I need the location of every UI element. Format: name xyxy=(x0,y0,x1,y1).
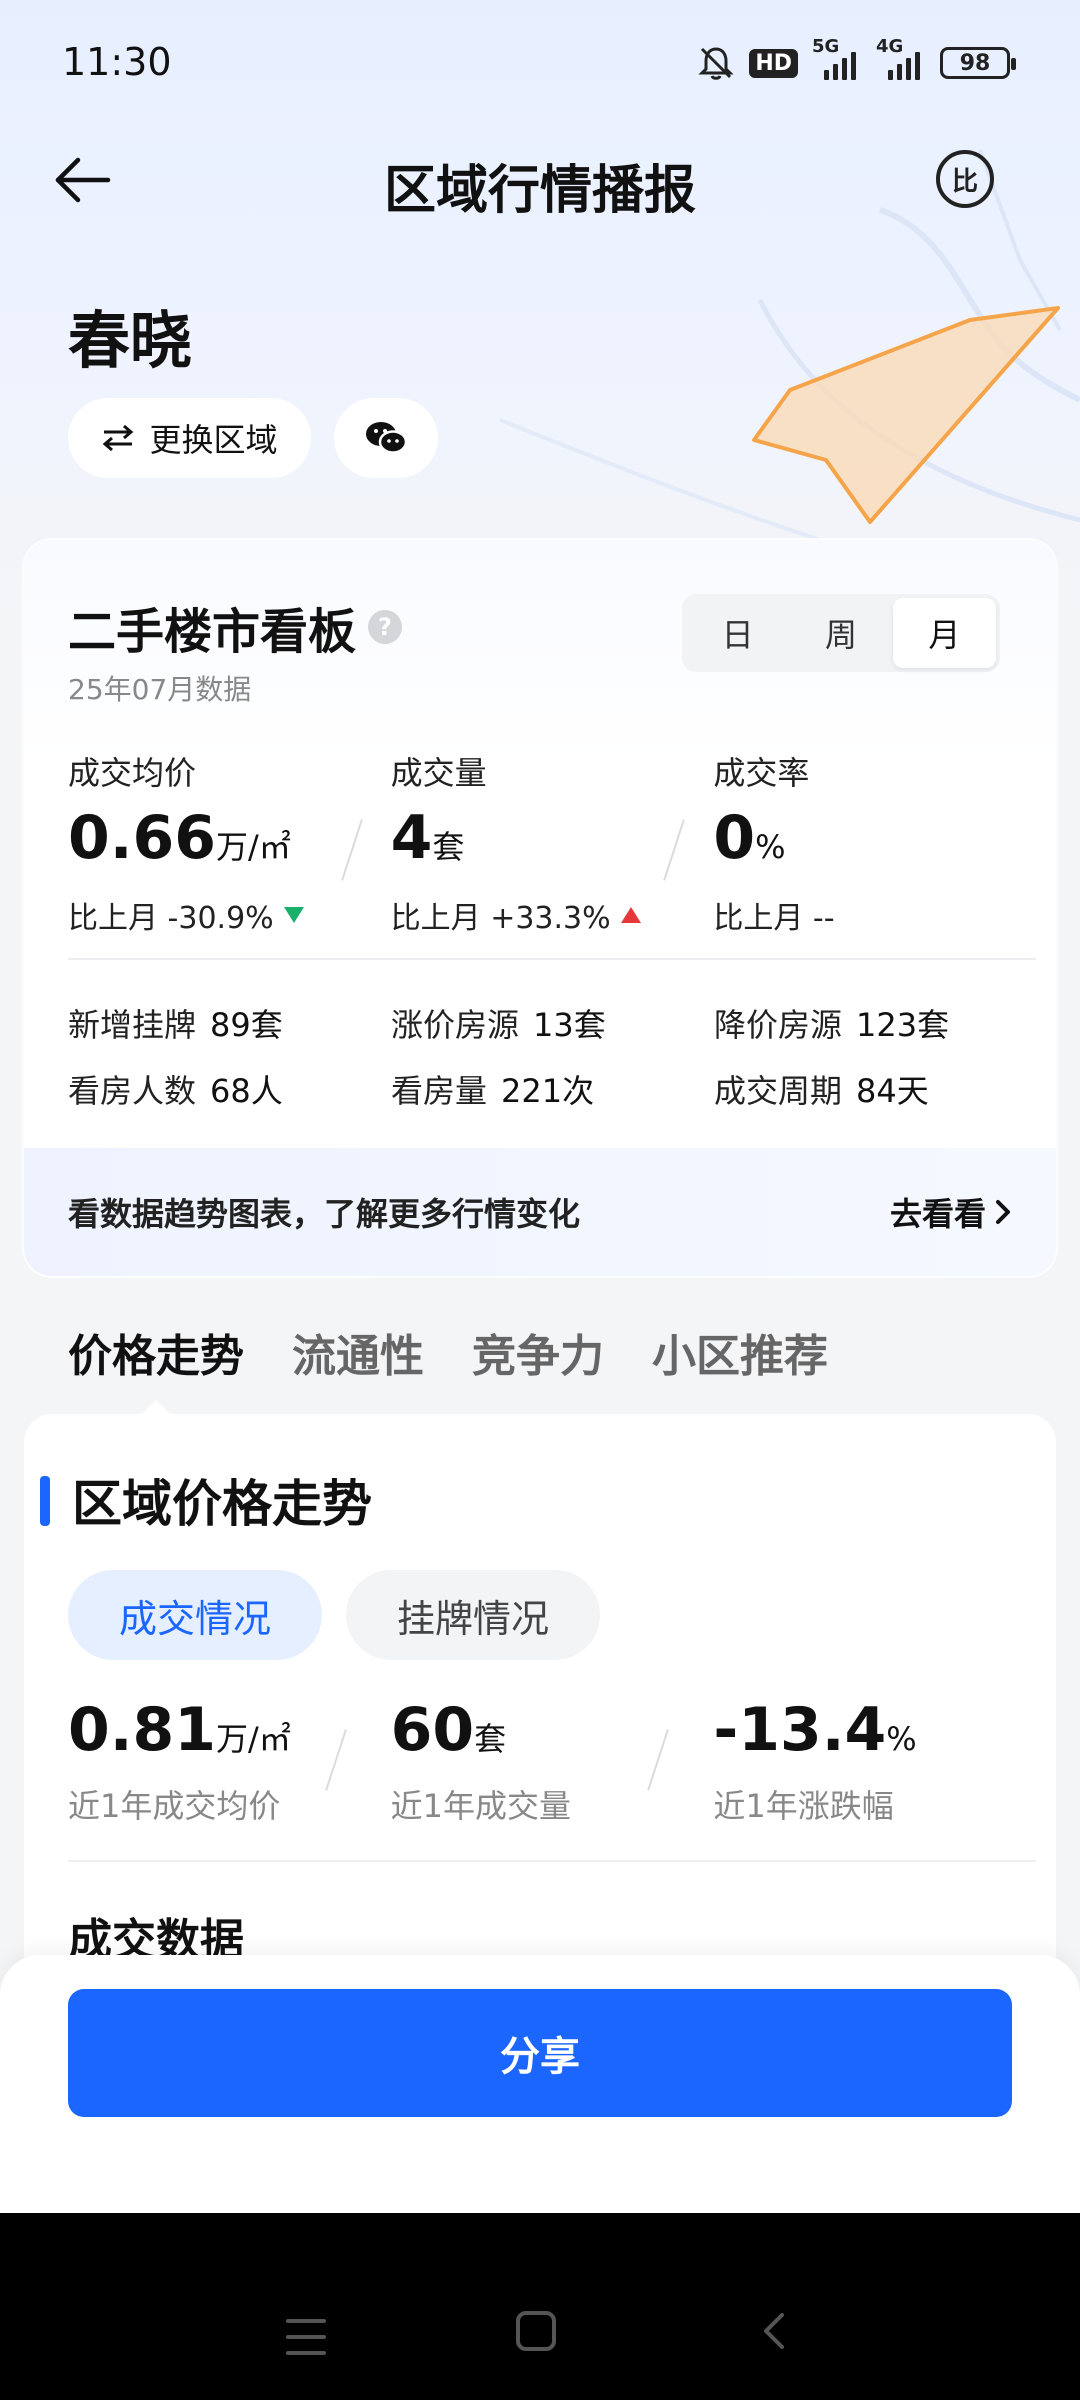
status-time: 11:30 xyxy=(62,40,172,84)
metric-value: 0% xyxy=(713,803,786,873)
metric-label: 成交均价 xyxy=(68,754,197,792)
area-name: 春晓 xyxy=(68,304,193,377)
metric-change: 比上月 -30.9% xyxy=(68,893,391,937)
compare-label: 比 xyxy=(951,166,978,197)
up-triangle-icon xyxy=(620,907,641,923)
metric-value: 4套 xyxy=(390,803,465,873)
metric-volume: 成交量 4套 比上月 +33.3% xyxy=(340,748,714,936)
tab-community-recommend[interactable]: 小区推荐 xyxy=(652,1320,828,1384)
status-bar: 11:30 HD 5G 4G 98 xyxy=(0,0,1080,130)
ym-value: -13.4% xyxy=(713,1695,917,1765)
signal-4g-icon: 4G xyxy=(876,36,926,80)
goto-link[interactable]: 去看看 xyxy=(890,1189,1012,1235)
stat-viewers: 看房人数 68人 xyxy=(68,1072,283,1110)
change-area-label: 更换区域 xyxy=(149,421,278,459)
region-map-shape xyxy=(752,306,1060,524)
battery-level: 98 xyxy=(959,50,991,76)
year-metrics: 0.81万/㎡ 近1年成交均价 60套 近1年成交量 -13.4% 近1年涨跌幅 xyxy=(68,1698,1036,1827)
nav-back-icon[interactable] xyxy=(754,2309,798,2353)
board-divider xyxy=(68,958,1036,960)
metric-deal-rate: 成交率 0% 比上月 -- xyxy=(663,748,1036,936)
app-header: 区域行情播报 比 xyxy=(0,130,1080,230)
ym-volume: 60套 近1年成交量 xyxy=(324,1698,714,1827)
stat-deal-cycle: 成交周期 84天 xyxy=(714,1072,929,1110)
status-icons: HD 5G 4G 98 xyxy=(697,36,1016,82)
market-board-card: 二手楼市看板 ? 25年07月数据 日 周 月 成交均价 0.66万/㎡ 比上月… xyxy=(24,540,1056,1276)
metric-label: 成交量 xyxy=(390,754,487,792)
trend-banner[interactable]: 看数据趋势图表，了解更多行情变化 去看看 xyxy=(24,1148,1056,1276)
ym-change: -13.4% 近1年涨跌幅 xyxy=(647,1695,1036,1827)
metric-avg-price: 成交均价 0.66万/㎡ 比上月 -30.9% xyxy=(68,748,391,936)
bottom-action-panel: 分享 xyxy=(0,1955,1080,2213)
chevron-right-icon xyxy=(996,1200,1010,1224)
tab-price-trend[interactable]: 价格走势 xyxy=(68,1320,244,1420)
section-title: 区域价格走势 xyxy=(72,1475,372,1533)
board-metrics: 成交均价 0.66万/㎡ 比上月 -30.9% 成交量 4套 比上月 +33.3… xyxy=(68,748,1036,936)
tab-liquidity[interactable]: 流通性 xyxy=(292,1320,424,1384)
ym-label: 近1年成交均价 xyxy=(68,1787,281,1825)
recents-menu-icon[interactable] xyxy=(286,2319,326,2355)
period-selector: 日 周 月 xyxy=(682,594,1000,672)
signal-5g-icon: 5G xyxy=(812,36,862,80)
period-day[interactable]: 日 xyxy=(686,598,789,668)
down-triangle-icon xyxy=(283,907,304,923)
change-area-button[interactable]: 更换区域 xyxy=(68,398,311,478)
ym-label: 近1年涨跌幅 xyxy=(713,1787,894,1825)
stat-price-up: 涨价房源 13套 xyxy=(391,1006,606,1044)
section-accent-bar xyxy=(40,1476,50,1526)
period-week[interactable]: 周 xyxy=(789,598,892,668)
wechat-icon xyxy=(366,422,408,454)
price-trend-card: 区域价格走势 成交情况 挂牌情况 0.81万/㎡ 近1年成交均价 60套 近1年… xyxy=(24,1414,1056,2014)
trend-text: 看数据趋势图表，了解更多行情变化 xyxy=(68,1195,581,1233)
metric-value: 0.66万/㎡ xyxy=(68,803,291,873)
system-nav-bar xyxy=(0,2213,1080,2400)
board-title-text: 二手楼市看板 xyxy=(68,604,357,660)
hd-badge: HD xyxy=(749,48,798,78)
ym-avg-price: 0.81万/㎡ 近1年成交均价 xyxy=(68,1698,391,1827)
help-icon[interactable]: ? xyxy=(368,610,403,644)
page-title: 区域行情播报 xyxy=(383,161,696,221)
section-divider xyxy=(68,1860,1036,1862)
stat-price-down: 降价房源 123套 xyxy=(714,1006,950,1044)
tab-competitiveness[interactable]: 竞争力 xyxy=(472,1320,604,1384)
wechat-share-button[interactable] xyxy=(334,398,438,478)
metric-change: 比上月 +33.3% xyxy=(391,893,714,937)
section-tabs: 价格走势 流通性 竞争力 小区推荐 xyxy=(68,1320,828,1420)
stat-viewings: 看房量 221次 xyxy=(391,1072,595,1110)
battery-icon: 98 xyxy=(940,47,1016,79)
metric-label: 成交率 xyxy=(713,754,810,792)
swap-arrows-icon xyxy=(103,424,134,452)
period-month[interactable]: 月 xyxy=(892,598,996,668)
share-button[interactable]: 分享 xyxy=(68,1989,1012,2117)
board-subtitle: 25年07月数据 xyxy=(68,673,252,706)
home-square-icon[interactable] xyxy=(516,2311,556,2351)
ym-label: 近1年成交量 xyxy=(390,1787,572,1825)
pill-deals[interactable]: 成交情况 xyxy=(68,1570,322,1660)
metric-change: 比上月 -- xyxy=(713,901,835,936)
stat-new-listings: 新增挂牌 89套 xyxy=(68,1006,283,1044)
board-stats: 新增挂牌 89套 涨价房源 13套 降价房源 123套 看房人数 68人 看房量 221次… xyxy=(68,1000,1036,1112)
mute-bell-icon xyxy=(698,47,734,80)
board-title: 二手楼市看板 ? xyxy=(68,592,403,662)
compare-button[interactable]: 比 xyxy=(936,150,994,208)
pill-listings[interactable]: 挂牌情况 xyxy=(346,1570,600,1660)
